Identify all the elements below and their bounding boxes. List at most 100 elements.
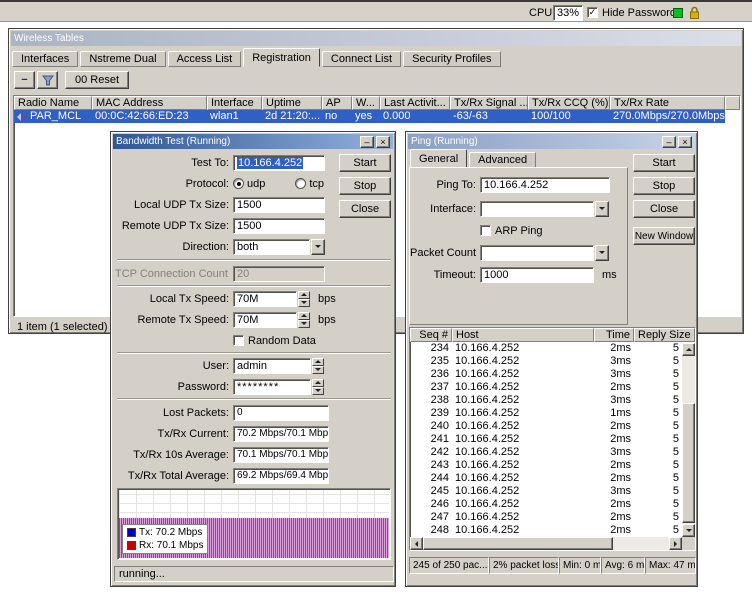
packets-status: 245 of 250 pac... — [409, 557, 489, 574]
remote-tx-speed-input[interactable]: 70M — [233, 312, 297, 328]
col-host[interactable]: Host — [452, 328, 594, 342]
txrx-current-label: Tx/Rx Current: — [115, 428, 229, 440]
password-input[interactable]: ******** — [233, 379, 311, 395]
ping-result-row[interactable]: 243 10.166.4.252 2ms 5 — [410, 459, 695, 472]
registration-row-selected[interactable]: PAR_MCL 00:0C:42:66:ED:23 wlan1 2d 21:20… — [14, 110, 725, 123]
scroll-down-button[interactable] — [682, 524, 695, 537]
ping-result-row[interactable]: 246 10.166.4.252 2ms 5 — [410, 498, 695, 511]
local-udp-size-input[interactable]: 1500 — [233, 197, 325, 213]
vertical-scrollbar-thumb[interactable] — [682, 403, 695, 523]
reset-button[interactable]: 00 Reset — [65, 71, 129, 89]
separator — [117, 285, 391, 287]
horizontal-scrollbar-thumb[interactable] — [423, 537, 613, 550]
timeout-input[interactable]: 1000 — [480, 267, 594, 283]
tab-access-list[interactable]: Access List — [168, 51, 242, 67]
bt-close-button[interactable]: Close — [339, 200, 391, 218]
bt-start-button[interactable]: Start — [339, 154, 391, 172]
test-to-input[interactable]: 10.166.4.252 — [233, 155, 325, 171]
password-spinner[interactable] — [312, 379, 324, 395]
ping-result-row[interactable]: 240 10.166.4.252 2ms 5 — [410, 420, 695, 433]
direction-select[interactable]: both — [233, 239, 325, 255]
close-button[interactable]: × — [678, 136, 692, 148]
close-button[interactable]: × — [376, 136, 390, 148]
host-cell: 10.166.4.252 — [452, 342, 594, 355]
bandwidth-titlebar[interactable]: Bandwidth Test (Running) – × — [113, 134, 393, 149]
user-input[interactable]: admin — [233, 358, 311, 374]
col-rate[interactable]: Tx/Rx Rate — [610, 96, 725, 110]
packet-count-dropdown-button[interactable] — [595, 245, 609, 261]
tab-connect-list[interactable]: Connect List — [322, 51, 401, 67]
txrx-10s-average-value: 70.1 Mbps/70.1 Mbps — [233, 447, 329, 463]
local-tx-speed-spinner[interactable] — [298, 291, 310, 307]
remove-button[interactable]: − — [14, 71, 35, 89]
ping-start-button[interactable]: Start — [633, 154, 695, 172]
col-uptime[interactable]: Uptime — [262, 96, 322, 110]
radio-name-value: PAR_MCL — [30, 110, 81, 123]
ping-result-row[interactable]: 235 10.166.4.252 3ms 5 — [410, 355, 695, 368]
col-ap[interactable]: AP — [322, 96, 352, 110]
wireless-titlebar[interactable]: Wireless Tables — [11, 31, 741, 46]
ping-new-window-button[interactable]: New Window — [633, 227, 695, 245]
minus-icon: − — [21, 74, 27, 86]
host-cell: 10.166.4.252 — [452, 472, 594, 485]
ping-result-row[interactable]: 241 10.166.4.252 2ms 5 — [410, 433, 695, 446]
col-seq[interactable]: Seq # — [410, 328, 452, 342]
ping-result-row[interactable]: 244 10.166.4.252 2ms 5 — [410, 472, 695, 485]
minimize-button[interactable]: – — [662, 136, 676, 148]
ping-result-row[interactable]: 236 10.166.4.252 3ms 5 — [410, 368, 695, 381]
user-spinner[interactable] — [312, 358, 324, 374]
col-interface[interactable]: Interface — [207, 96, 262, 110]
random-data-checkbox[interactable] — [233, 335, 244, 346]
tab-security-profiles[interactable]: Security Profiles — [403, 51, 500, 67]
tab-advanced[interactable]: Advanced — [469, 152, 536, 168]
ping-result-row[interactable]: 234 10.166.4.252 2ms 5 — [410, 342, 695, 355]
radio-name-cell: PAR_MCL — [14, 110, 92, 123]
bt-stop-button[interactable]: Stop — [339, 177, 391, 195]
scroll-right-button[interactable] — [669, 537, 682, 550]
udp-radio[interactable] — [233, 178, 244, 189]
col-signal[interactable]: Tx/Rx Signal ... — [450, 96, 528, 110]
col-last-activity[interactable]: Last Activit... — [380, 96, 450, 110]
ping-result-row[interactable]: 237 10.166.4.252 2ms 5 — [410, 381, 695, 394]
ping-to-input[interactable]: 10.166.4.252 — [480, 177, 610, 193]
filter-button[interactable] — [37, 71, 58, 89]
col-reply-size[interactable]: Reply Size — [634, 328, 695, 342]
ping-titlebar[interactable]: Ping (Running) – × — [408, 134, 695, 149]
chevron-down-icon — [599, 207, 605, 210]
col-time[interactable]: Time — [594, 328, 634, 342]
ping-result-row[interactable]: 239 10.166.4.252 1ms 5 — [410, 407, 695, 420]
direction-dropdown-button[interactable] — [311, 239, 325, 255]
col-mac-address[interactable]: MAC Address — [92, 96, 207, 110]
hide-passwords-label: Hide Passwords — [602, 7, 681, 19]
remote-tx-speed-spinner[interactable] — [298, 312, 310, 328]
tcp-radio[interactable] — [295, 178, 306, 189]
ping-result-row[interactable]: 247 10.166.4.252 2ms 5 — [410, 511, 695, 524]
ping-stop-button[interactable]: Stop — [633, 177, 695, 195]
scroll-left-button[interactable] — [410, 537, 423, 550]
time-cell: 2ms — [594, 511, 634, 524]
ping-result-row[interactable]: 242 10.166.4.252 3ms 5 — [410, 446, 695, 459]
packet-count-label: Packet Count: — [410, 247, 476, 259]
ping-close-button[interactable]: Close — [633, 200, 695, 218]
seq-cell: 236 — [410, 368, 452, 381]
interface-dropdown-button[interactable] — [595, 201, 609, 217]
hide-passwords-checkbox[interactable]: ✓ — [587, 7, 598, 18]
tab-registration[interactable]: Registration — [243, 48, 320, 67]
minimize-button[interactable]: – — [360, 136, 374, 148]
ping-result-row[interactable]: 245 10.166.4.252 3ms 5 — [410, 485, 695, 498]
col-radio-name[interactable]: Radio Name — [14, 96, 92, 110]
local-tx-speed-input[interactable]: 70M — [233, 291, 297, 307]
ping-result-row[interactable]: 248 10.166.4.252 2ms 5 — [410, 524, 695, 537]
tab-interfaces[interactable]: Interfaces — [12, 51, 78, 67]
ping-result-row[interactable]: 238 10.166.4.252 3ms 5 — [410, 394, 695, 407]
packet-count-select[interactable] — [480, 245, 594, 261]
scroll-up-button[interactable] — [682, 343, 695, 356]
seq-cell: 243 — [410, 459, 452, 472]
arp-ping-checkbox[interactable] — [480, 225, 491, 236]
remote-udp-size-input[interactable]: 1500 — [233, 218, 325, 234]
col-wds[interactable]: W... — [352, 96, 380, 110]
interface-select[interactable] — [480, 201, 594, 217]
col-ccq[interactable]: Tx/Rx CCQ (%) — [528, 96, 610, 110]
tab-nstreme-dual[interactable]: Nstreme Dual — [80, 51, 165, 67]
tab-general[interactable]: General — [410, 149, 467, 168]
